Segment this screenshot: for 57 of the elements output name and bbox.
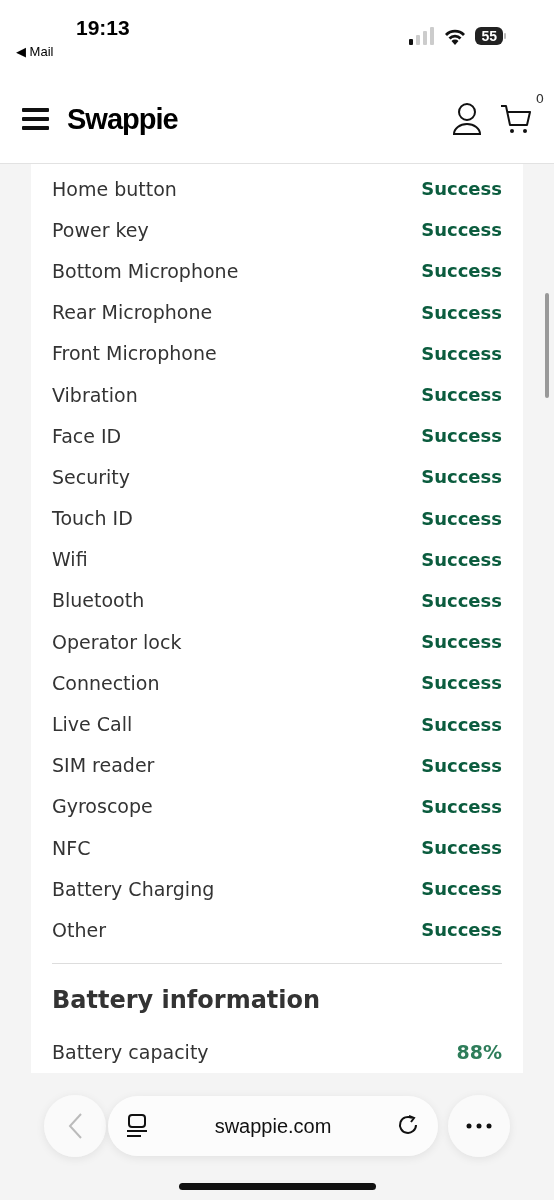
test-result: Success bbox=[421, 384, 502, 406]
test-name: Bluetooth bbox=[52, 589, 145, 612]
test-name: Home button bbox=[52, 177, 177, 200]
test-result: Success bbox=[421, 219, 502, 241]
test-result: Success bbox=[421, 672, 502, 694]
menu-icon[interactable] bbox=[22, 108, 49, 130]
test-result: Success bbox=[421, 425, 502, 447]
more-icon bbox=[466, 1123, 492, 1129]
logo[interactable]: Swappie bbox=[67, 102, 434, 136]
test-result: Success bbox=[421, 837, 502, 859]
section-heading: Battery information bbox=[52, 984, 322, 1016]
test-result: Success bbox=[421, 260, 502, 282]
test-name: Touch ID bbox=[52, 507, 133, 530]
address-bar[interactable]: swappie.com bbox=[108, 1096, 438, 1156]
test-name: Operator lock bbox=[52, 630, 182, 653]
test-name: Battery Charging bbox=[52, 877, 215, 900]
test-result: Success bbox=[421, 754, 502, 776]
test-name: Other bbox=[52, 918, 106, 941]
test-result: Success bbox=[421, 466, 502, 488]
test-name: Power key bbox=[52, 218, 149, 241]
test-result: Success bbox=[421, 713, 502, 735]
back-to-app-link[interactable]: ◀ Mail bbox=[16, 44, 130, 59]
test-name: Vibration bbox=[52, 383, 138, 406]
test-name: SIM reader bbox=[52, 754, 155, 777]
test-name: Front Microphone bbox=[52, 342, 217, 365]
test-name: Security bbox=[52, 465, 131, 488]
test-result: Success bbox=[421, 548, 502, 570]
test-result: Success bbox=[421, 919, 502, 941]
test-result: Success bbox=[421, 342, 502, 364]
test-result: Success bbox=[421, 178, 502, 200]
test-name: Face ID bbox=[52, 424, 122, 447]
test-name: Rear Microphone bbox=[52, 301, 213, 324]
account-icon[interactable] bbox=[452, 103, 482, 135]
chevron-left-icon bbox=[67, 1112, 83, 1140]
cart-icon[interactable] bbox=[500, 103, 532, 135]
url-text: swappie.com bbox=[213, 1114, 333, 1138]
tabs-icon[interactable] bbox=[126, 1114, 148, 1138]
battery-icon: 55 bbox=[475, 27, 506, 45]
wifi-icon bbox=[443, 27, 468, 45]
test-name: Gyroscope bbox=[52, 795, 153, 818]
test-name: NFC bbox=[52, 836, 91, 859]
signal-icon bbox=[409, 27, 436, 45]
reload-icon[interactable] bbox=[398, 1115, 420, 1137]
test-name: Connection bbox=[52, 671, 160, 694]
test-result: Success bbox=[421, 301, 502, 323]
test-result: Success bbox=[421, 507, 502, 529]
test-result: Success bbox=[421, 795, 502, 817]
test-name: Live Call bbox=[52, 713, 133, 736]
status-time: 19:13 bbox=[76, 16, 130, 40]
battery-value: 88% bbox=[456, 1041, 502, 1064]
battery-label: Battery capacity bbox=[52, 1041, 209, 1064]
test-name: Bottom Microphone bbox=[52, 259, 239, 282]
test-result: Success bbox=[421, 589, 502, 611]
test-result: Success bbox=[421, 631, 502, 653]
cart-count: 0 bbox=[535, 91, 544, 106]
test-result: Success bbox=[421, 878, 502, 900]
test-name: Wifi bbox=[52, 548, 88, 571]
